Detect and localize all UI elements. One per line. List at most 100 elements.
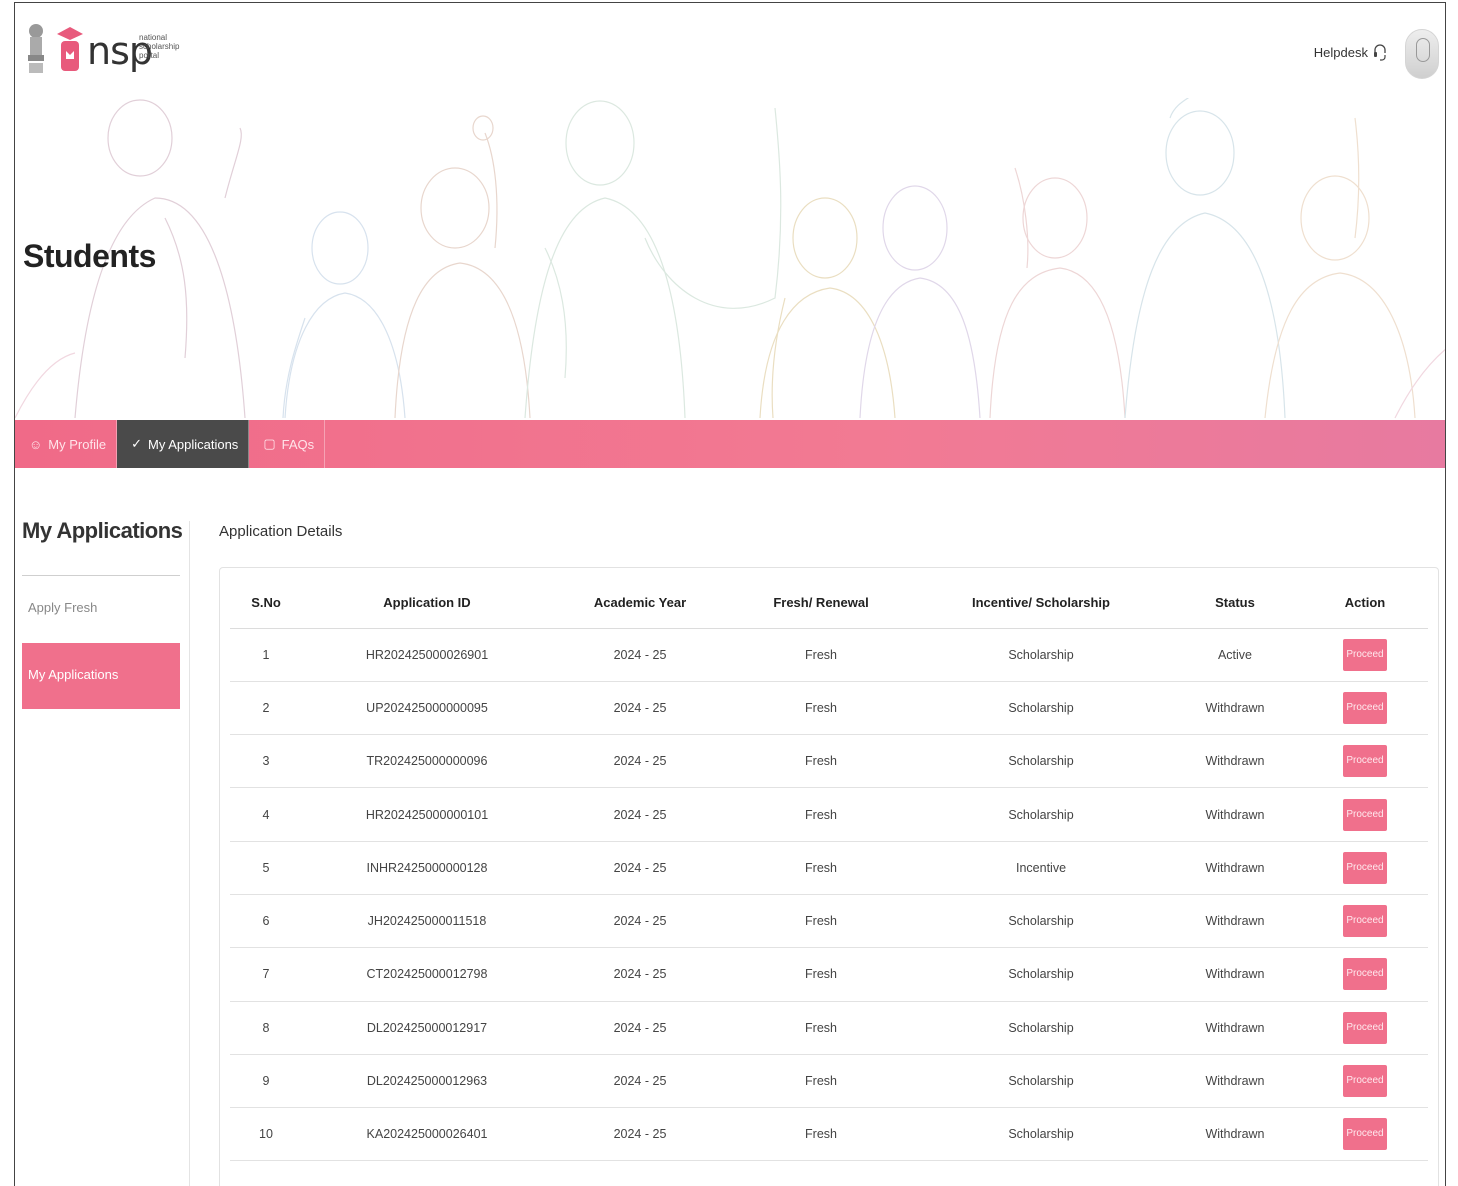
- user-icon: ☺: [29, 436, 43, 452]
- column-header: Application ID: [302, 578, 552, 629]
- proceed-button[interactable]: Proceed: [1343, 1065, 1387, 1098]
- headset-icon: [1374, 44, 1386, 61]
- application-id-cell: HR202425000026901: [302, 628, 552, 682]
- tab-faqs[interactable]: ▢ FAQs: [249, 420, 326, 468]
- academic-year-cell: 2024 - 25: [552, 628, 728, 682]
- action-cell: Proceed: [1302, 734, 1428, 789]
- table-row: 7 CT202425000012798 2024 - 25 Fresh Scholars…: [230, 947, 1428, 1002]
- section-title: Application Details: [219, 523, 343, 540]
- sno-cell: 3: [230, 734, 302, 789]
- proceed-button[interactable]: Proceed: [1343, 798, 1387, 831]
- status-cell: Withdrawn: [1168, 1107, 1302, 1162]
- table-row: 10 KA202425000026401 2024 - 25 Fresh Scholar…: [230, 1107, 1428, 1162]
- status-cell: Withdrawn: [1168, 894, 1302, 949]
- sno-cell: 10: [230, 1107, 302, 1162]
- academic-year-cell: 2024 - 25: [552, 841, 728, 895]
- sidebar-item-apply-fresh[interactable]: Apply Fresh: [22, 600, 180, 615]
- action-cell: Proceed: [1302, 1107, 1428, 1162]
- table-row: 5 INHR2425000000128 2024 - 25 Fresh Incentiv…: [230, 841, 1428, 895]
- academic-year-cell: 2024 - 25: [552, 1001, 728, 1055]
- fresh-renewal-cell: Fresh: [728, 1107, 914, 1162]
- proceed-button[interactable]: Proceed: [1343, 691, 1387, 724]
- proceed-button[interactable]: Proceed: [1343, 745, 1387, 778]
- action-cell: Proceed: [1302, 787, 1428, 842]
- category-cell: Scholarship: [914, 734, 1168, 789]
- application-id-cell: HR202425000000101: [302, 787, 552, 842]
- sno-cell: 6: [230, 894, 302, 949]
- top-header: nsp national scholarship portal Helpdesk: [15, 3, 1445, 98]
- fresh-renewal-cell: Fresh: [728, 734, 914, 789]
- proceed-button[interactable]: Proceed: [1343, 905, 1387, 938]
- academic-year-cell: 2024 - 25: [552, 681, 728, 736]
- category-cell: Scholarship: [914, 787, 1168, 842]
- application-id-cell: KA202425000026401: [302, 1107, 552, 1162]
- sno-cell: 4: [230, 787, 302, 842]
- status-cell: Withdrawn: [1168, 947, 1302, 1002]
- logo-sub-line: national: [139, 33, 168, 42]
- tab-label: FAQs: [281, 436, 315, 452]
- fresh-renewal-cell: Fresh: [728, 1054, 914, 1109]
- proceed-button[interactable]: Proceed: [1343, 1011, 1387, 1044]
- sno-cell: 2: [230, 681, 302, 736]
- fresh-renewal-cell: Fresh: [728, 1001, 914, 1055]
- table-header-row: S.No Application ID Academic Year Fresh/…: [230, 578, 1428, 629]
- fresh-renewal-cell: Fresh: [728, 628, 914, 682]
- category-cell: Scholarship: [914, 1107, 1168, 1162]
- proceed-button[interactable]: Proceed: [1343, 851, 1387, 884]
- table-row: 3 TR202425000000096 2024 - 25 Fresh Scholars…: [230, 734, 1428, 789]
- table-row: 4 HR202425000000101 2024 - 25 Fresh Scholars…: [230, 787, 1428, 842]
- academic-year-cell: 2024 - 25: [552, 894, 728, 949]
- applications-card: S.No Application ID Academic Year Fresh/…: [219, 567, 1439, 1186]
- column-header: Fresh/ Renewal: [728, 578, 914, 629]
- category-cell: Scholarship: [914, 1001, 1168, 1055]
- status-cell: Withdrawn: [1168, 1054, 1302, 1109]
- tab-my-profile[interactable]: ☺ My Profile: [15, 420, 118, 468]
- application-id-cell: TR202425000000096: [302, 734, 552, 789]
- table-row: 1 HR202425000026901 2024 - 25 Fresh Scholars…: [230, 628, 1428, 682]
- check-circle-icon: ✓: [131, 436, 142, 451]
- action-cell: Proceed: [1302, 681, 1428, 736]
- table-row: 9 DL202425000012963 2024 - 25 Fresh Scholars…: [230, 1054, 1428, 1109]
- action-cell: Proceed: [1302, 841, 1428, 895]
- fresh-renewal-cell: Fresh: [728, 894, 914, 949]
- application-id-cell: CT202425000012798: [302, 947, 552, 1002]
- application-id-cell: INHR2425000000128: [302, 841, 552, 895]
- application-id-cell: UP202425000000095: [302, 681, 552, 736]
- fresh-renewal-cell: Fresh: [728, 787, 914, 842]
- sno-cell: 1: [230, 628, 302, 682]
- table-row: 6 JH202425000011518 2024 - 25 Fresh Scholars…: [230, 894, 1428, 949]
- application-id-cell: DL202425000012917: [302, 1001, 552, 1055]
- fresh-renewal-cell: Fresh: [728, 947, 914, 1002]
- sno-cell: 5: [230, 841, 302, 895]
- status-cell: Withdrawn: [1168, 841, 1302, 895]
- proceed-button[interactable]: Proceed: [1343, 1118, 1387, 1151]
- column-header: Academic Year: [552, 578, 728, 629]
- students-illustration: [15, 98, 1445, 419]
- fresh-renewal-cell: Fresh: [728, 681, 914, 736]
- status-cell: Withdrawn: [1168, 1001, 1302, 1055]
- action-cell: Proceed: [1302, 947, 1428, 1002]
- tab-label: My Profile: [48, 436, 107, 452]
- academic-year-cell: 2024 - 25: [552, 1054, 728, 1109]
- avatar[interactable]: [1405, 29, 1439, 79]
- content-divider: [189, 521, 190, 1186]
- proceed-button[interactable]: Proceed: [1343, 638, 1387, 671]
- sidebar-title: My Applications: [22, 518, 183, 543]
- academic-year-cell: 2024 - 25: [552, 947, 728, 1002]
- application-id-cell: DL202425000012963: [302, 1054, 552, 1109]
- nsp-logo-icon[interactable]: [57, 25, 83, 77]
- sno-cell: 8: [230, 1001, 302, 1055]
- sno-cell: 7: [230, 947, 302, 1002]
- page-frame: nsp national scholarship portal Helpdesk: [14, 2, 1446, 1186]
- column-header: Status: [1168, 578, 1302, 629]
- tab-my-applications[interactable]: ✓ My Applications: [117, 420, 250, 468]
- proceed-button[interactable]: Proceed: [1343, 958, 1387, 991]
- table-row: 8 DL202425000012917 2024 - 25 Fresh Scholars…: [230, 1001, 1428, 1055]
- action-cell: Proceed: [1302, 1054, 1428, 1109]
- status-cell: Withdrawn: [1168, 734, 1302, 789]
- sidebar-item-my-applications[interactable]: My Applications: [22, 643, 180, 709]
- academic-year-cell: 2024 - 25: [552, 1107, 728, 1162]
- tab-label: My Applications: [147, 436, 239, 452]
- category-cell: Scholarship: [914, 1054, 1168, 1109]
- helpdesk-link[interactable]: Helpdesk: [1314, 43, 1387, 61]
